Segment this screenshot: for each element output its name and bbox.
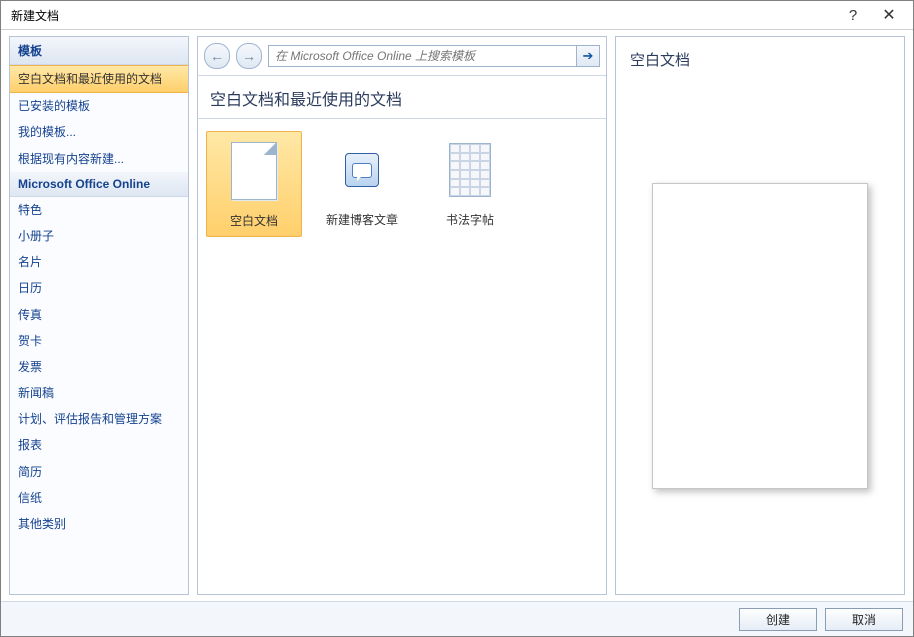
sidebar-item-label: 根据现有内容新建... bbox=[18, 152, 124, 166]
sidebar-item-newsletter[interactable]: 新闻稿 bbox=[10, 380, 188, 406]
template-label: 新建博客文章 bbox=[314, 211, 410, 235]
sidebar-item-label: 小册子 bbox=[18, 229, 54, 243]
dialog-body: 模板 空白文档和最近使用的文档 已安装的模板 我的模板... 根据现有内容新建.… bbox=[1, 30, 913, 601]
search-input[interactable] bbox=[269, 46, 576, 66]
sidebar-item-label: 发票 bbox=[18, 360, 42, 374]
sidebar-item-reports[interactable]: 报表 bbox=[10, 432, 188, 458]
forward-button[interactable]: → bbox=[236, 43, 262, 69]
back-button[interactable]: ← bbox=[204, 43, 230, 69]
sidebar-item-invoice[interactable]: 发票 bbox=[10, 354, 188, 380]
help-icon[interactable]: ? bbox=[835, 7, 871, 24]
section-title: 空白文档和最近使用的文档 bbox=[198, 76, 606, 119]
sidebar-item-from-existing[interactable]: 根据现有内容新建... bbox=[10, 146, 188, 172]
sidebar-item-label: 空白文档和最近使用的文档 bbox=[18, 72, 162, 86]
preview-title: 空白文档 bbox=[616, 37, 904, 78]
sidebar-item-calendar[interactable]: 日历 bbox=[10, 275, 188, 301]
titlebar: 新建文档 ? ✕ bbox=[1, 1, 913, 30]
sidebar-item-installed[interactable]: 已安装的模板 bbox=[10, 93, 188, 119]
sidebar-heading-online: Microsoft Office Online bbox=[10, 172, 188, 197]
arrow-left-icon: ← bbox=[210, 48, 224, 64]
blank-document-icon bbox=[215, 138, 293, 204]
arrow-go-icon: ➔ bbox=[583, 48, 594, 64]
template-grid: 空白文档 新建博客文章 bbox=[198, 119, 606, 594]
search-input-wrap: ➔ bbox=[268, 45, 600, 67]
sidebar-item-label: 简历 bbox=[18, 465, 42, 479]
sidebar-heading-templates: 模板 bbox=[10, 37, 188, 65]
sidebar-item-my-templates[interactable]: 我的模板... bbox=[10, 119, 188, 145]
preview-panel: 空白文档 bbox=[615, 36, 905, 595]
cancel-button[interactable]: 取消 bbox=[825, 608, 903, 631]
sidebar-item-label: 我的模板... bbox=[18, 125, 76, 139]
sidebar-item-cards[interactable]: 贺卡 bbox=[10, 328, 188, 354]
close-icon[interactable]: ✕ bbox=[871, 5, 907, 25]
template-label: 书法字帖 bbox=[422, 211, 518, 235]
sidebar-item-biz-cards[interactable]: 名片 bbox=[10, 249, 188, 275]
sidebar-item-blank-recent[interactable]: 空白文档和最近使用的文档 bbox=[10, 65, 188, 93]
search-row: ← → ➔ bbox=[198, 37, 606, 76]
sidebar-item-plans[interactable]: 计划、评估报告和管理方案 bbox=[10, 406, 188, 432]
arrow-right-icon: → bbox=[242, 48, 256, 64]
sidebar-item-label: 特色 bbox=[18, 203, 42, 217]
dialog-window: 新建文档 ? ✕ 模板 空白文档和最近使用的文档 已安装的模板 我的模板... … bbox=[0, 0, 914, 637]
sidebar-item-label: 报表 bbox=[18, 438, 42, 452]
template-calligraphy[interactable]: 书法字帖 bbox=[422, 131, 518, 235]
sidebar: 模板 空白文档和最近使用的文档 已安装的模板 我的模板... 根据现有内容新建.… bbox=[9, 36, 189, 595]
sidebar-item-letterhead[interactable]: 信纸 bbox=[10, 485, 188, 511]
center-panel: ← → ➔ 空白文档和最近使用的文档 空白文档 bbox=[197, 36, 607, 595]
sidebar-item-label: 贺卡 bbox=[18, 334, 42, 348]
footer: 创建 取消 bbox=[1, 601, 913, 636]
sidebar-item-label: 其他类别 bbox=[18, 517, 66, 531]
calligraphy-grid-icon bbox=[431, 137, 509, 203]
sidebar-item-resume[interactable]: 简历 bbox=[10, 459, 188, 485]
search-go-button[interactable]: ➔ bbox=[576, 46, 599, 66]
sidebar-item-featured[interactable]: 特色 bbox=[10, 197, 188, 223]
preview-page-icon bbox=[652, 183, 868, 489]
sidebar-item-brochures[interactable]: 小册子 bbox=[10, 223, 188, 249]
preview-body bbox=[616, 78, 904, 594]
sidebar-item-fax[interactable]: 传真 bbox=[10, 302, 188, 328]
sidebar-item-label: 传真 bbox=[18, 308, 42, 322]
sidebar-item-label: 已安装的模板 bbox=[18, 99, 90, 113]
template-label: 空白文档 bbox=[207, 212, 301, 236]
sidebar-item-label: 新闻稿 bbox=[18, 386, 54, 400]
create-button[interactable]: 创建 bbox=[739, 608, 817, 631]
template-blog[interactable]: 新建博客文章 bbox=[314, 131, 410, 235]
sidebar-item-label: 计划、评估报告和管理方案 bbox=[18, 412, 162, 426]
sidebar-item-label: 信纸 bbox=[18, 491, 42, 505]
window-title: 新建文档 bbox=[11, 7, 835, 24]
sidebar-item-other[interactable]: 其他类别 bbox=[10, 511, 188, 537]
blog-post-icon bbox=[323, 137, 401, 203]
template-blank[interactable]: 空白文档 bbox=[206, 131, 302, 237]
sidebar-item-label: 日历 bbox=[18, 281, 42, 295]
sidebar-item-label: 名片 bbox=[18, 255, 42, 269]
